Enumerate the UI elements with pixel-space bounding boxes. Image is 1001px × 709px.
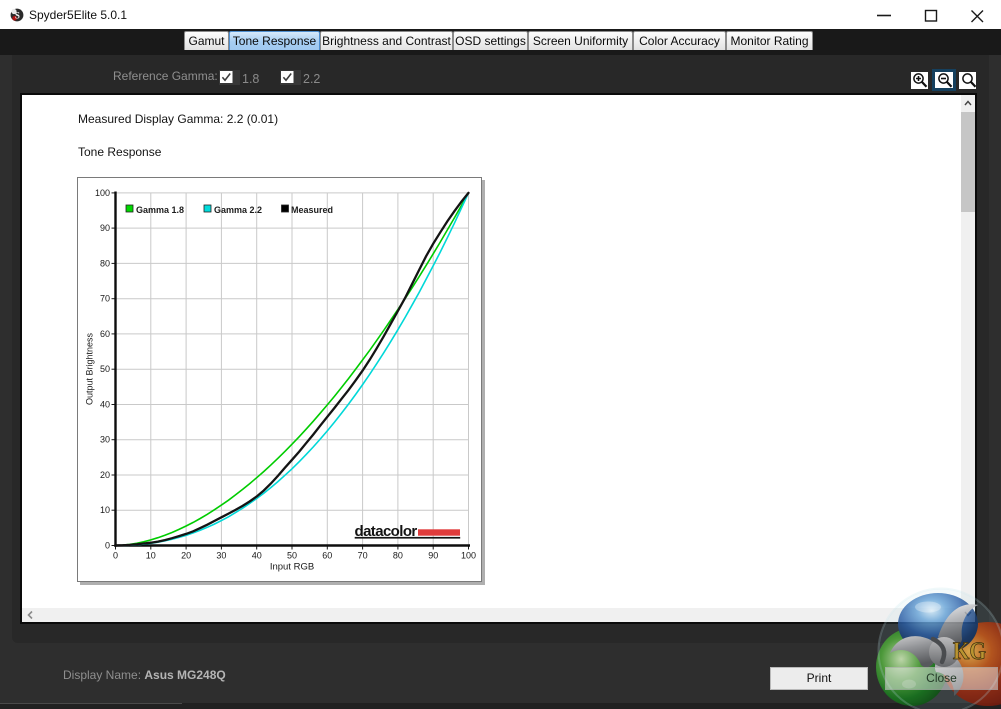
svg-text:80: 80 bbox=[393, 551, 403, 561]
svg-text:70: 70 bbox=[100, 294, 110, 304]
svg-text:90: 90 bbox=[428, 551, 438, 561]
svg-text:10: 10 bbox=[100, 505, 110, 515]
svg-text:40: 40 bbox=[100, 400, 110, 410]
svg-text:20: 20 bbox=[181, 551, 191, 561]
svg-text:80: 80 bbox=[100, 258, 110, 268]
svg-text:Input RGB: Input RGB bbox=[270, 562, 314, 573]
svg-text:Gamma 1.8: Gamma 1.8 bbox=[136, 205, 184, 215]
svg-text:S: S bbox=[15, 10, 20, 20]
svg-text:60: 60 bbox=[322, 551, 332, 561]
svg-text:20: 20 bbox=[100, 470, 110, 480]
svg-text:KG: KG bbox=[953, 637, 986, 665]
svg-text:Output Brightness: Output Brightness bbox=[85, 332, 95, 405]
svg-text:70: 70 bbox=[358, 551, 368, 561]
svg-text:100: 100 bbox=[461, 551, 476, 561]
svg-text:90: 90 bbox=[100, 223, 110, 233]
svg-text:0: 0 bbox=[113, 551, 118, 561]
svg-text:Measured: Measured bbox=[291, 205, 333, 215]
svg-text:50: 50 bbox=[100, 364, 110, 374]
svg-text:100: 100 bbox=[95, 188, 110, 198]
svg-text:0: 0 bbox=[105, 541, 110, 551]
svg-text:30: 30 bbox=[100, 435, 110, 445]
svg-text:30: 30 bbox=[216, 551, 226, 561]
svg-text:60: 60 bbox=[100, 329, 110, 339]
svg-text:10: 10 bbox=[146, 551, 156, 561]
svg-text:40: 40 bbox=[252, 551, 262, 561]
svg-text:Gamma 2.2: Gamma 2.2 bbox=[214, 205, 262, 215]
svg-text:50: 50 bbox=[287, 551, 297, 561]
